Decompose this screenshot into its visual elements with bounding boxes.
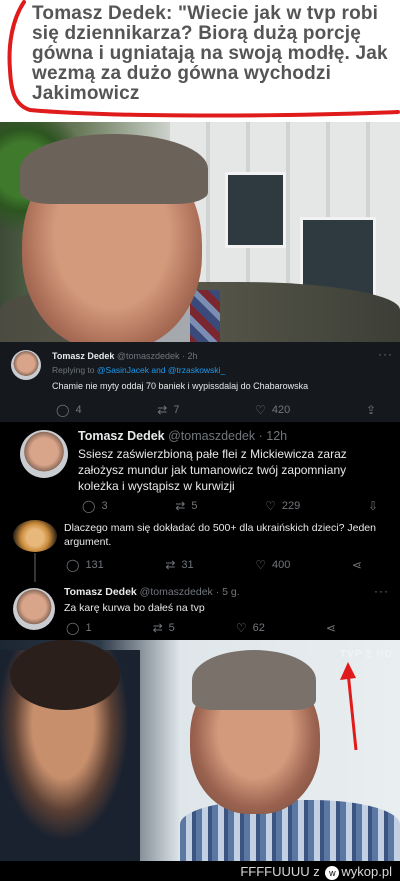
reply-count: 4 xyxy=(75,404,82,416)
photo-man-outdoor xyxy=(0,122,400,342)
retweet-count: 5 xyxy=(168,622,175,634)
tweet-author[interactable]: Tomasz Dedek @tomaszdedek · 12h xyxy=(78,429,287,443)
like-button[interactable]: ♡ 229 xyxy=(265,500,300,512)
retweet-button[interactable]: ⇄ 31 xyxy=(165,559,193,571)
retweet-count: 7 xyxy=(173,404,180,416)
share-button[interactable]: ⇩ xyxy=(368,500,378,512)
uploader-name: FFFFUUUU xyxy=(240,864,310,879)
site-name: wykop.pl xyxy=(341,864,392,879)
tweet-actions: ◯ 1 ⇄ 5 ♡ 62 ⋖ xyxy=(66,622,336,634)
heart-icon: ♡ xyxy=(265,499,276,513)
retweet-button[interactable]: ⇄ 5 xyxy=(175,500,197,512)
like-button[interactable]: ♡ 400 xyxy=(255,559,290,571)
tweet-text: Chamie nie myty oddaj 70 baniek i wypiss… xyxy=(52,381,309,391)
speech-bubble-icon: ◯ xyxy=(66,621,80,635)
like-button[interactable]: ♡ 420 xyxy=(255,404,290,416)
reply-button[interactable]: ◯ 1 xyxy=(66,622,92,634)
retweet-icon: ⇄ xyxy=(152,621,163,635)
thread-line xyxy=(34,553,36,582)
author-handle: @tomaszdedek · 5 g. xyxy=(139,586,240,598)
watermark-bar: FFFFUUUU z w wykop.pl xyxy=(0,861,400,881)
quote-panel: Tomasz Dedek: "Wiecie jak w tvp robi się… xyxy=(0,0,400,122)
tweet-2: Tomasz Dedek @tomaszdedek · 12h Ssiesz z… xyxy=(0,422,400,517)
wykop-logo-icon: w xyxy=(325,865,340,880)
author-handle: @tomaszdedek · 2h xyxy=(116,351,198,361)
author-name[interactable]: Tomasz Dedek xyxy=(78,429,165,443)
tweet-actions: ◯ 131 ⇄ 31 ♡ 400 ⋖ xyxy=(66,559,362,571)
reply-button[interactable]: ◯ 4 xyxy=(56,404,82,416)
building-window xyxy=(225,172,286,248)
reply-users-link[interactable]: @SasinJacek and @trzaskowski_ xyxy=(97,365,225,375)
share-icon: ⇩ xyxy=(367,499,378,513)
reply-button[interactable]: ◯ 3 xyxy=(82,500,108,512)
heart-icon: ♡ xyxy=(235,621,247,635)
reply-count: 131 xyxy=(85,559,104,571)
retweet-button[interactable]: ⇄ 5 xyxy=(153,622,175,634)
separator-text: z xyxy=(313,864,320,879)
tweet-actions: ◯ 3 ⇄ 5 ♡ 229 ⇩ xyxy=(82,500,378,512)
man-hair xyxy=(20,134,208,204)
monkey-avatar[interactable] xyxy=(13,520,57,552)
tweet-author[interactable]: Tomasz Dedek @tomaszdedek · 5 g. xyxy=(64,586,240,598)
author-name[interactable]: Tomasz Dedek xyxy=(64,586,137,598)
tweet-1: Tomasz Dedek @tomaszdedek · 2h ··· Reply… xyxy=(0,342,400,422)
tweet-4: Tomasz Dedek @tomaszdedek · 5 g. ··· Za … xyxy=(0,582,400,640)
like-count: 400 xyxy=(272,559,291,571)
speech-bubble-icon: ◯ xyxy=(56,403,70,417)
retweet-count: 31 xyxy=(181,559,194,571)
heart-icon: ♡ xyxy=(255,558,266,572)
retweet-icon: ⇄ xyxy=(157,403,168,417)
reply-prefix: Replying to xyxy=(52,365,97,375)
avatar[interactable] xyxy=(20,430,68,478)
share-button[interactable]: ⋖ xyxy=(326,622,336,634)
wykop-watermark: FFFFUUUU z w wykop.pl xyxy=(240,864,392,880)
retweet-button[interactable]: ⇄ 7 xyxy=(157,404,179,416)
share-icon: ⋖ xyxy=(325,621,336,635)
more-dots-icon[interactable]: ··· xyxy=(378,347,393,361)
heart-icon: ♡ xyxy=(255,403,266,417)
retweet-icon: ⇄ xyxy=(165,558,176,572)
more-dots-icon[interactable]: ··· xyxy=(374,584,389,598)
share-icon: ⇪ xyxy=(365,403,376,417)
tweet-text: Ssiesz zaświerzbioną pałe flei z Mickiew… xyxy=(78,447,347,493)
retweet-icon: ⇄ xyxy=(175,499,186,513)
tweet-text: Za karę kurwa bo dałeś na tvp xyxy=(64,602,205,614)
speech-bubble-icon: ◯ xyxy=(82,499,96,513)
speech-bubble-icon: ◯ xyxy=(66,558,80,572)
red-arrow-annotation xyxy=(340,662,358,751)
retweet-count: 5 xyxy=(191,500,198,512)
avatar[interactable] xyxy=(13,588,55,630)
tweet-actions: ◯ 4 ⇄ 7 ♡ 420 ⇪ xyxy=(56,404,376,416)
share-button[interactable]: ⇪ xyxy=(366,404,376,416)
like-count: 420 xyxy=(271,404,291,416)
like-count: 62 xyxy=(252,622,265,634)
share-button[interactable]: ⋖ xyxy=(352,559,362,571)
tweet-text: Dlaczego mam się dokładać do 500+ dla uk… xyxy=(64,522,376,548)
share-icon: ⋖ xyxy=(351,558,362,572)
photo-tv-scene: TVP 2 HD xyxy=(0,640,400,861)
avatar[interactable] xyxy=(11,350,41,380)
reply-context: Replying to @SasinJacek and @trzaskowski… xyxy=(52,365,225,375)
like-button[interactable]: ♡ 62 xyxy=(236,622,265,634)
like-count: 229 xyxy=(281,500,301,512)
reply-count: 3 xyxy=(101,500,108,512)
tweet-3: Dlaczego mam się dokładać do 500+ dla uk… xyxy=(0,517,400,582)
author-name[interactable]: Tomasz Dedek xyxy=(52,351,114,361)
author-handle: @tomaszdedek · 12h xyxy=(168,429,288,443)
quote-text: Tomasz Dedek: "Wiecie jak w tvp robi się… xyxy=(32,3,388,104)
tweet-author[interactable]: Tomasz Dedek @tomaszdedek · 2h xyxy=(52,351,198,361)
reply-count: 1 xyxy=(85,622,92,634)
reply-button[interactable]: ◯ 131 xyxy=(66,559,104,571)
